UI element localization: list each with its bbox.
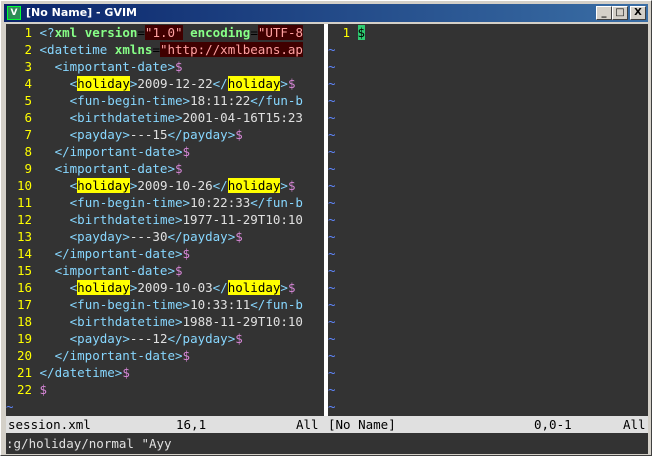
right-split-pane[interactable]: 1 $ ~ ~ ~ ~ ~ ~ ~ ~ ~ ~ ~ ~ ~ ~ ~ ~ ~ ~ ~ ~ ~ ~ bbox=[328, 24, 648, 416]
empty-line-tilde: ~ bbox=[328, 161, 336, 176]
empty-line-tilde: ~ bbox=[328, 246, 336, 261]
empty-line-tilde: ~ bbox=[328, 178, 336, 193]
status-line: session.xml 16,1 All [No Name] 0,0-1 All bbox=[6, 416, 648, 433]
code-line[interactable]: 15 <important-date>$ bbox=[6, 262, 183, 279]
code-line[interactable]: 22 $ bbox=[6, 381, 47, 398]
status-right-position: 0,0-1 bbox=[534, 417, 572, 432]
empty-line-tilde: ~ bbox=[328, 399, 336, 414]
line-number: 11 bbox=[16, 195, 32, 210]
status-left-filename: session.xml bbox=[8, 417, 91, 432]
code-line[interactable]: 3 <important-date>$ bbox=[6, 58, 182, 75]
empty-line-tilde: ~ bbox=[328, 314, 336, 329]
status-right-filename: [No Name] bbox=[328, 417, 396, 432]
line-number: 19 bbox=[16, 331, 32, 346]
line-number: 12 bbox=[16, 212, 32, 227]
line-number: 9 bbox=[24, 161, 32, 176]
code-line[interactable]: 2 <datetime xmlns="http://xmlbeans.ap bbox=[6, 41, 303, 58]
empty-line-tilde: ~ bbox=[328, 382, 336, 397]
line-number: 15 bbox=[16, 263, 32, 278]
line-number: 13 bbox=[16, 229, 32, 244]
code-line[interactable]: 11 <fun-begin-time>10:22:33</fun-b bbox=[6, 194, 303, 211]
empty-line-tilde: ~ bbox=[328, 93, 336, 108]
empty-line-tilde: ~ bbox=[328, 229, 336, 244]
empty-line-tilde: ~ bbox=[328, 59, 336, 74]
line-number: 7 bbox=[24, 127, 32, 142]
empty-line-tilde: ~ bbox=[328, 42, 336, 57]
line-number: 8 bbox=[24, 144, 32, 159]
empty-line-tilde: ~ bbox=[328, 195, 336, 210]
code-line[interactable]: 1 <?xml version="1.0" encoding="UTF-8 bbox=[6, 24, 303, 41]
code-line[interactable]: 9 <important-date>$ bbox=[6, 160, 182, 177]
empty-line-tilde: ~ bbox=[328, 280, 336, 295]
empty-line-tilde: ~ bbox=[328, 212, 336, 227]
empty-line-tilde: ~ bbox=[328, 76, 336, 91]
title-bar[interactable]: V [No Name] - GVIM _ □ X bbox=[4, 4, 648, 22]
code-line[interactable]: 4 <holiday>2009-12-22</holiday>$ bbox=[6, 75, 295, 92]
command-line[interactable]: :g/holiday/normal "Ayy bbox=[6, 433, 648, 454]
line-number: 22 bbox=[16, 382, 32, 397]
code-line[interactable]: 14 </important-date>$ bbox=[6, 245, 190, 262]
code-line[interactable]: 13 <payday>---30</payday>$ bbox=[6, 228, 243, 245]
line-number: 17 bbox=[16, 297, 32, 312]
line-number: 21 bbox=[16, 365, 32, 380]
code-line[interactable]: 19 <payday>---12</payday>$ bbox=[6, 330, 243, 347]
empty-line-tilde: ~ bbox=[6, 399, 14, 414]
code-line[interactable]: 8 </important-date>$ bbox=[6, 143, 190, 160]
line-number: 4 bbox=[24, 76, 32, 91]
line-number: 3 bbox=[24, 59, 32, 74]
code-line[interactable]: 5 <fun-begin-time>18:11:22</fun-b bbox=[6, 92, 303, 109]
line-number: 18 bbox=[16, 314, 32, 329]
window-title: [No Name] - GVIM bbox=[26, 6, 138, 19]
line-number: 2 bbox=[24, 42, 32, 57]
empty-line-tilde: ~ bbox=[328, 348, 336, 363]
line-number: 20 bbox=[16, 348, 32, 363]
status-right-percent: All bbox=[623, 417, 646, 432]
code-line[interactable]: 10 <holiday>2009-10-26</holiday>$ bbox=[6, 177, 295, 194]
empty-line-tilde: ~ bbox=[328, 365, 336, 380]
maximize-button[interactable]: □ bbox=[612, 6, 628, 20]
code-line[interactable]: 18 <birthdatetime>1988-11-29T10:10 bbox=[6, 313, 303, 330]
code-line[interactable]: 6 <birthdatetime>2001-04-16T15:23 bbox=[6, 109, 302, 126]
code-line[interactable]: 7 <payday>---15</payday>$ bbox=[6, 126, 242, 143]
empty-line-tilde: ~ bbox=[328, 144, 336, 159]
close-button[interactable]: X bbox=[630, 6, 646, 20]
code-line[interactable]: 17 <fun-begin-time>10:33:11</fun-b bbox=[6, 296, 303, 313]
line-number: 1 bbox=[342, 25, 350, 40]
empty-line-tilde: ~ bbox=[328, 127, 336, 142]
code-line[interactable]: 16 <holiday>2009-10-03</holiday>$ bbox=[6, 279, 295, 296]
empty-line-tilde: ~ bbox=[328, 331, 336, 346]
empty-line-tilde: ~ bbox=[328, 110, 336, 125]
editor-area[interactable]: 1 <?xml version="1.0" encoding="UTF-8 2 <… bbox=[6, 24, 648, 454]
left-split-pane[interactable]: 1 <?xml version="1.0" encoding="UTF-8 2 <… bbox=[6, 24, 324, 416]
minimize-button[interactable]: _ bbox=[596, 6, 612, 20]
line-number: 5 bbox=[24, 93, 32, 108]
gvim-window: V [No Name] - GVIM _ □ X 1 <?xml version… bbox=[0, 0, 652, 456]
code-line[interactable]: 1 $ bbox=[328, 24, 366, 41]
vim-app-icon: V bbox=[7, 6, 21, 20]
status-left-percent: All bbox=[296, 417, 319, 432]
line-number: 10 bbox=[16, 178, 32, 193]
empty-line-tilde: ~ bbox=[328, 263, 336, 278]
code-line[interactable]: 21 </datetime>$ bbox=[6, 364, 130, 381]
code-line[interactable]: 12 <birthdatetime>1977-11-29T10:10 bbox=[6, 211, 303, 228]
line-number: 14 bbox=[16, 246, 32, 261]
line-number: 16 bbox=[16, 280, 32, 295]
empty-line-tilde: ~ bbox=[328, 297, 336, 312]
status-left-position: 16,1 bbox=[176, 417, 207, 432]
line-number: 1 bbox=[24, 25, 32, 40]
line-number: 6 bbox=[24, 110, 32, 125]
code-line[interactable]: 20 </important-date>$ bbox=[6, 347, 190, 364]
